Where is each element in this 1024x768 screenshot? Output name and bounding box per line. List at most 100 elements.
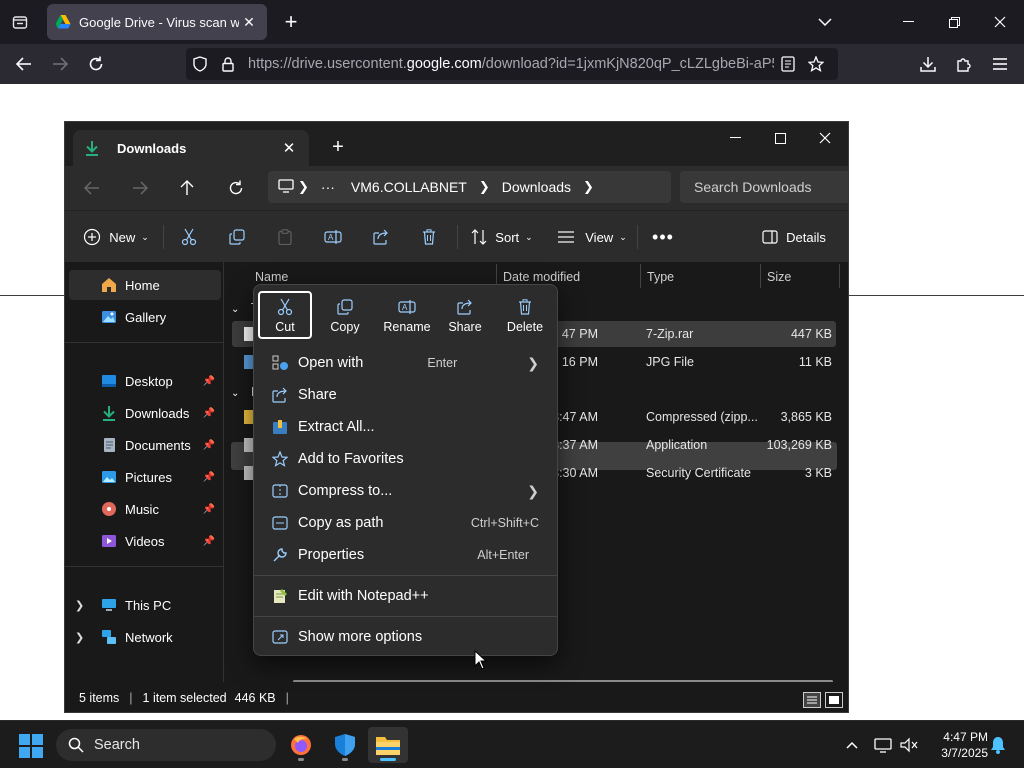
menu-item-extract-all[interactable]: Extract All... <box>258 411 553 443</box>
cut-button[interactable]: Cut <box>258 291 312 339</box>
pin-icon[interactable]: 📌 <box>203 472 215 483</box>
close-tab-icon[interactable]: ✕ <box>279 138 299 158</box>
search-input[interactable]: Search Downloads <box>680 171 848 203</box>
notification-bell-icon[interactable] <box>988 735 1008 755</box>
sidebar-item-downloads[interactable]: Downloads 📌 <box>69 398 221 428</box>
chevron-right-icon[interactable]: ❯ <box>583 179 594 195</box>
chevron-right-icon[interactable]: ❯ <box>298 179 309 195</box>
url-bar[interactable]: https://drive.usercontent.google.com/dow… <box>186 48 838 80</box>
taskbar-search[interactable]: Search <box>56 729 276 761</box>
column-divider[interactable] <box>839 264 840 288</box>
details-view-icon[interactable] <box>803 692 821 708</box>
explorer-minimize-button[interactable] <box>712 124 758 152</box>
bookmark-star-icon[interactable] <box>802 50 830 78</box>
monitor-icon[interactable] <box>278 178 294 196</box>
extensions-icon[interactable] <box>950 50 978 78</box>
menu-icon[interactable] <box>986 50 1014 78</box>
firefox-taskbar-icon[interactable] <box>281 727 321 763</box>
up-arrow-icon[interactable] <box>172 174 202 202</box>
close-window-button[interactable] <box>980 6 1020 38</box>
column-header-size[interactable]: Size <box>767 266 791 288</box>
new-tab-button[interactable]: + <box>278 8 304 36</box>
new-button[interactable]: New ⌄ <box>83 221 149 253</box>
breadcrumb-collabnet[interactable]: VM6.COLLABNET <box>351 179 467 195</box>
browser-tab[interactable]: Google Drive - Virus scan warning ✕ <box>47 4 267 40</box>
pin-icon[interactable]: 📌 <box>203 408 215 419</box>
explorer-close-button[interactable] <box>802 124 848 152</box>
reader-view-icon[interactable] <box>774 50 802 78</box>
rename-button[interactable]: A Rename <box>378 291 436 339</box>
shield-icon[interactable] <box>186 50 214 78</box>
menu-item-share[interactable]: Share <box>258 379 553 411</box>
more-path-icon[interactable]: ··· <box>321 179 335 195</box>
details-button[interactable]: Details <box>761 221 827 253</box>
paste-icon[interactable] <box>273 221 297 253</box>
menu-item-show-more[interactable]: Show more options <box>258 621 553 653</box>
rename-icon[interactable]: A <box>321 221 345 253</box>
pin-icon[interactable]: 📌 <box>203 504 215 515</box>
large-icons-view-icon[interactable] <box>825 692 843 708</box>
sort-button[interactable]: Sort ⌄ <box>469 221 535 253</box>
windows-start-icon[interactable] <box>18 733 44 759</box>
chevron-right-icon[interactable]: ❯ <box>75 599 84 612</box>
explorer-maximize-button[interactable] <box>757 124 803 152</box>
sidebar-item-network[interactable]: ❯ Network <box>69 622 221 652</box>
menu-item-properties[interactable]: Properties Alt+Enter <box>258 539 553 571</box>
chevron-right-icon[interactable]: ❯ <box>75 631 84 644</box>
new-explorer-tab-button[interactable]: + <box>325 134 351 160</box>
sidebar-item-desktop[interactable]: Desktop 📌 <box>69 366 221 396</box>
network-tray-icon[interactable] <box>873 735 893 755</box>
explorer-back-button[interactable] <box>77 174 107 202</box>
copy-icon[interactable] <box>225 221 249 253</box>
more-options-icon[interactable]: ••• <box>651 221 675 253</box>
minimize-button[interactable] <box>888 6 928 38</box>
sidebar-item-music[interactable]: Music 📌 <box>69 494 221 524</box>
sidebar-item-videos[interactable]: Videos 📌 <box>69 526 221 556</box>
lock-icon[interactable] <box>214 50 242 78</box>
pane-splitter[interactable] <box>223 262 224 682</box>
downloads-icon[interactable] <box>914 50 942 78</box>
delete-button[interactable]: Delete <box>498 291 552 339</box>
view-button[interactable]: View ⌄ <box>557 221 627 253</box>
column-divider[interactable] <box>640 264 641 288</box>
share-icon[interactable] <box>369 221 393 253</box>
column-divider[interactable] <box>760 264 761 288</box>
share-button[interactable]: Share <box>438 291 492 339</box>
taskbar-clock[interactable]: 4:47 PM 3/7/2025 <box>924 729 988 761</box>
list-all-tabs-icon[interactable] <box>812 10 838 34</box>
show-hidden-icons-chevron-up-icon[interactable] <box>842 735 862 755</box>
breadcrumb[interactable]: ❯ ··· VM6.COLLABNET ❯ Downloads ❯ <box>268 171 671 203</box>
pin-icon[interactable]: 📌 <box>203 536 215 547</box>
sidebar-item-documents[interactable]: Documents 📌 <box>69 430 221 460</box>
restore-button[interactable] <box>934 6 974 38</box>
pin-icon[interactable]: 📌 <box>203 376 215 387</box>
menu-item-copy-path[interactable]: Copy as path Ctrl+Shift+C <box>258 507 553 539</box>
forward-button[interactable] <box>46 50 74 78</box>
pin-icon[interactable]: 📌 <box>203 440 215 451</box>
sidebar-item-this-pc[interactable]: ❯ This PC <box>69 590 221 620</box>
sidebar-item-home[interactable]: Home <box>69 270 221 300</box>
sidebar-item-gallery[interactable]: Gallery <box>69 302 221 332</box>
defender-taskbar-icon[interactable] <box>325 727 365 763</box>
compress-icon <box>266 481 294 501</box>
explorer-tab[interactable]: Downloads ✕ <box>73 130 309 166</box>
firefox-view-icon[interactable] <box>6 8 34 36</box>
reload-button[interactable] <box>82 50 110 78</box>
breadcrumb-downloads[interactable]: Downloads <box>502 179 571 195</box>
close-tab-icon[interactable]: ✕ <box>239 12 259 32</box>
cut-icon[interactable] <box>177 221 201 253</box>
volume-muted-icon[interactable] <box>899 735 919 755</box>
menu-item-open-with[interactable]: Open with Enter ❯ <box>258 347 553 379</box>
file-explorer-taskbar-icon[interactable] <box>368 727 408 763</box>
refresh-icon[interactable] <box>221 174 251 202</box>
sidebar-item-pictures[interactable]: Pictures 📌 <box>69 462 221 492</box>
explorer-forward-button[interactable] <box>125 174 155 202</box>
delete-icon[interactable] <box>417 221 441 253</box>
column-header-type[interactable]: Type <box>647 266 674 288</box>
menu-item-notepad[interactable]: Edit with Notepad++ <box>258 580 553 612</box>
chevron-right-icon[interactable]: ❯ <box>479 179 490 195</box>
copy-button[interactable]: Copy <box>318 291 372 339</box>
back-button[interactable] <box>10 50 38 78</box>
menu-item-compress[interactable]: Compress to... ❯ <box>258 475 553 507</box>
menu-item-add-favorites[interactable]: Add to Favorites <box>258 443 553 475</box>
